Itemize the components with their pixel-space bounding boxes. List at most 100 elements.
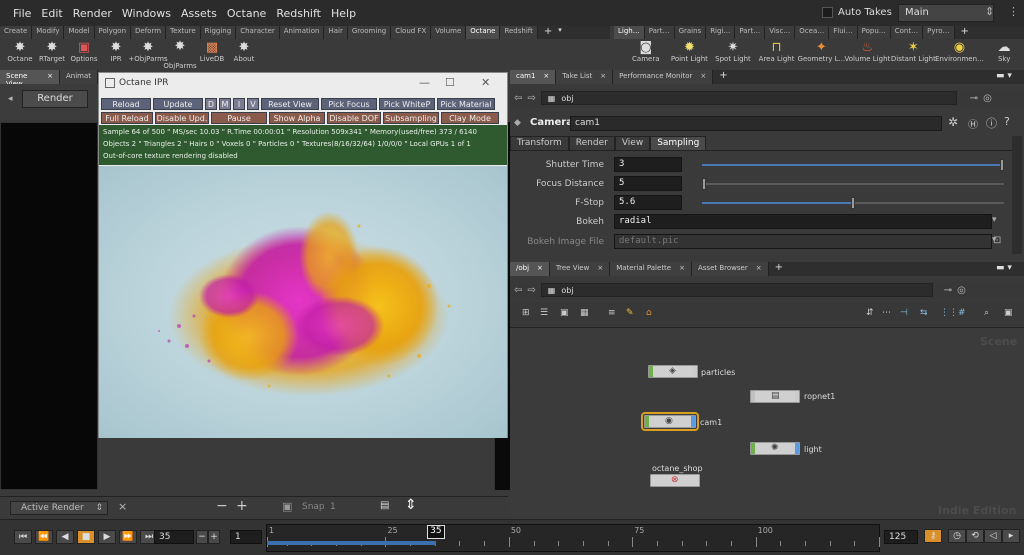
step-back-icon[interactable]: ⏪: [35, 530, 53, 544]
shelf-tab[interactable]: Modify: [32, 26, 65, 39]
tool-geometry-light[interactable]: ✦ Geometry L...: [798, 39, 846, 69]
ipr-button-v[interactable]: V: [247, 98, 259, 110]
tab-asset-browser[interactable]: Asset Browser ×: [691, 262, 769, 276]
tool-spot-light[interactable]: ✷ Spot Light: [713, 39, 753, 69]
tab-take-list[interactable]: Take List ×: [556, 70, 614, 84]
tool-point-light[interactable]: ✹ Point Light: [670, 39, 710, 69]
image-icon[interactable]: ▣: [560, 308, 569, 318]
minimize-icon[interactable]: —: [419, 76, 430, 89]
node-light[interactable]: ✺: [750, 442, 800, 455]
note-icon[interactable]: ✎: [626, 308, 634, 318]
step-forward-icon[interactable]: ⏩: [119, 530, 137, 544]
param-value-field[interactable]: 3: [614, 157, 682, 172]
tool-about[interactable]: ✸ About: [228, 39, 260, 69]
ipr-button-disable-upd.[interactable]: Disable Upd.: [155, 112, 209, 124]
camera-name-field[interactable]: cam1: [570, 116, 942, 131]
menu-item-file[interactable]: File: [8, 7, 36, 20]
net-link-icon[interactable]: ◎: [957, 285, 966, 296]
loop-icon[interactable]: ⟲: [966, 529, 984, 543]
tool-rtarget[interactable]: ✸ RTarget: [36, 39, 68, 69]
decrement-icon[interactable]: −: [196, 530, 208, 544]
ipr-render-image[interactable]: [99, 166, 507, 438]
tab-close-icon[interactable]: ×: [543, 72, 549, 82]
shelf-tab[interactable]: Polygon: [94, 26, 132, 39]
close-window-icon[interactable]: ✕: [481, 76, 490, 89]
tool-area-light[interactable]: ⊓ Area Light: [757, 39, 797, 69]
menu-item-edit[interactable]: Edit: [36, 7, 67, 20]
frame-field[interactable]: 35: [154, 530, 194, 544]
auto-takes-checkbox[interactable]: [822, 7, 833, 18]
tab-close-icon[interactable]: ×: [756, 264, 762, 274]
desktop-select[interactable]: Main: [898, 4, 994, 22]
slider-handle[interactable]: [851, 197, 855, 209]
add-shelf-right-icon[interactable]: +: [961, 26, 969, 39]
shelf-tab[interactable]: Visc…: [765, 26, 796, 39]
increment-icon[interactable]: +: [208, 530, 220, 544]
gear-icon[interactable]: ✲: [948, 115, 958, 129]
step-field[interactable]: 1: [230, 530, 262, 544]
tab-close-icon[interactable]: ×: [679, 264, 685, 274]
stop-icon[interactable]: ■: [77, 530, 95, 544]
subtab-transform[interactable]: Transform: [510, 136, 569, 150]
scene-viewport[interactable]: [0, 122, 98, 490]
tool-octane[interactable]: ✸ Octane: [4, 39, 36, 69]
grid-icon[interactable]: #: [958, 308, 966, 318]
tool-camera[interactable]: ◙ Camera: [626, 39, 666, 69]
dropdown-arrow-icon[interactable]: ▾: [992, 215, 997, 225]
end-frame-field[interactable]: 125: [884, 530, 918, 544]
ipr-button-subsampling[interactable]: Subsampling: [383, 112, 439, 124]
shelf-tab[interactable]: Octane: [466, 26, 501, 39]
node-octane-shop[interactable]: ⊗: [650, 474, 700, 487]
frame-icon[interactable]: ▣: [1004, 308, 1013, 318]
shelf-tab[interactable]: Redshift: [500, 26, 538, 39]
ipr-button-m[interactable]: M: [219, 98, 231, 110]
palette-icon[interactable]: ▦: [580, 308, 589, 318]
shelf-tab[interactable]: Flui…: [829, 26, 858, 39]
ipr-button-reload[interactable]: Reload: [101, 98, 151, 110]
ipr-button-pick-focus[interactable]: Pick Focus: [321, 98, 377, 110]
node-cam1[interactable]: ◉: [641, 412, 699, 431]
snap-save-icon[interactable]: ▤: [380, 500, 389, 511]
tool-options[interactable]: ▣ Options: [68, 39, 100, 69]
node-ropnet1[interactable]: ▤: [750, 390, 800, 403]
subtab-view[interactable]: View: [614, 136, 651, 150]
params-scrollbar[interactable]: [1012, 136, 1022, 254]
shelf-tab[interactable]: Grains: [674, 26, 707, 39]
link-icon[interactable]: ◎: [983, 93, 992, 104]
close-icon[interactable]: ×: [118, 500, 127, 513]
timeline-track[interactable]: 1 25 50 75 100 35: [266, 524, 880, 552]
network-pane-menu-icon[interactable]: ▬ ▾: [996, 263, 1012, 273]
params-pane-menu-icon[interactable]: ▬ ▾: [996, 71, 1012, 81]
param-value-field[interactable]: 5: [614, 176, 682, 191]
shelf-tab[interactable]: Rigging: [200, 26, 237, 39]
minus-icon[interactable]: −: [216, 498, 228, 514]
tab-animation[interactable]: Animat: [59, 70, 98, 84]
add-tab-icon[interactable]: +: [713, 70, 733, 84]
audio-icon[interactable]: ◁: [984, 529, 1002, 543]
param-slider[interactable]: [702, 159, 1004, 171]
param-value-field[interactable]: 5.6: [614, 195, 682, 210]
maximize-icon[interactable]: ☐: [445, 76, 455, 89]
desktop-select-icon[interactable]: ⇕: [985, 5, 994, 18]
shelf-tab[interactable]: Grooming: [347, 26, 392, 39]
net-pin-icon[interactable]: ⊸: [944, 285, 952, 296]
ipr-button-full-reload[interactable]: Full Reload: [101, 112, 153, 124]
network-path-field[interactable]: ▦ obj: [540, 283, 933, 297]
play-reverse-icon[interactable]: ◀: [56, 530, 74, 544]
shelf-tab[interactable]: Cont…: [890, 26, 924, 39]
shelf-tab[interactable]: Ligh…: [614, 26, 645, 39]
shelf-tab[interactable]: Create: [0, 26, 33, 39]
subtab-sampling[interactable]: Sampling: [650, 136, 707, 150]
shelf-tab[interactable]: Cloud FX: [391, 26, 432, 39]
net-forward-icon[interactable]: ⇨: [527, 285, 535, 296]
ipr-button-reset-view[interactable]: Reset View: [261, 98, 319, 110]
network-editor[interactable]: Scene Indie Edition ◈ particles ▤ ropnet…: [510, 329, 1024, 519]
list-icon[interactable]: ☰: [540, 308, 548, 318]
plus-icon[interactable]: +: [236, 498, 248, 514]
tool-ipr[interactable]: ✸ IPR: [100, 39, 132, 69]
help-icon[interactable]: ?: [1004, 115, 1010, 128]
slider-handle[interactable]: [702, 178, 706, 190]
tab-cam1[interactable]: cam1 ×: [510, 70, 557, 84]
ipr-button-d[interactable]: D: [205, 98, 217, 110]
tool-objparms-add[interactable]: ✸ +ObjParms: [128, 39, 167, 69]
